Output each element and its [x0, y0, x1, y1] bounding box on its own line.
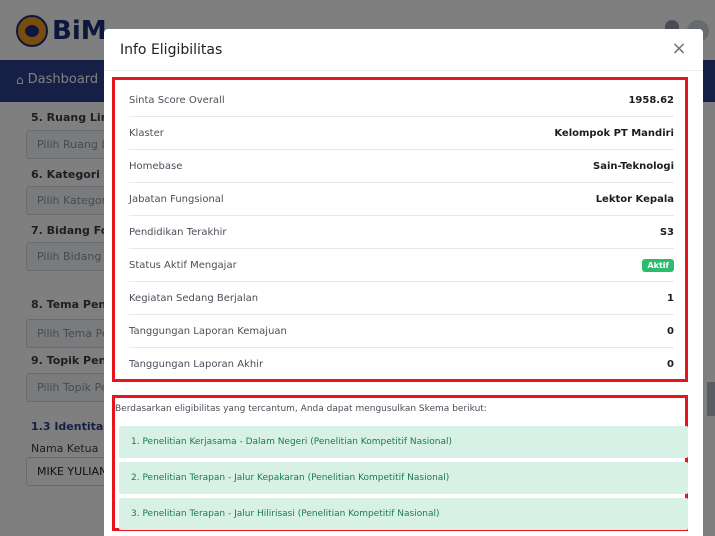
info-label: Homebase [129, 160, 183, 172]
info-row: Klaster Kelompok PT Mandiri [129, 117, 674, 150]
info-row: Status Aktif Mengajar Aktif [129, 249, 674, 282]
info-value: S3 [659, 226, 674, 238]
eligibility-modal: Info Eligibilitas × Sinta Score Overall … [104, 29, 703, 536]
info-value: 1958.62 [628, 94, 674, 106]
info-label: Status Aktif Mengajar [129, 259, 237, 271]
status-badge: Aktif [642, 258, 674, 272]
scheme-item[interactable]: 3. Penelitian Terapan - Jalur Hilirisasi… [119, 498, 688, 530]
eligible-schemes-box: Berdasarkan eligibilitas yang tercantum,… [112, 395, 688, 531]
info-value: 0 [667, 325, 674, 337]
info-label: Tanggungan Laporan Akhir [129, 359, 264, 370]
info-label: Kegiatan Sedang Berjalan [129, 292, 259, 304]
scheme-intro-text: Berdasarkan eligibilitas yang tercantum,… [115, 404, 487, 414]
info-label: Tanggungan Laporan Kemajuan [129, 325, 287, 337]
info-value: 1 [667, 292, 674, 304]
info-value: 0 [667, 359, 674, 370]
scheme-item[interactable]: 1. Penelitian Kerjasama - Dalam Negeri (… [119, 426, 688, 458]
info-label: Sinta Score Overall [129, 94, 225, 106]
info-row: Tanggungan Laporan Akhir 0 [129, 348, 674, 381]
modal-title: Info Eligibilitas [120, 42, 223, 58]
info-label: Pendidikan Terakhir [129, 226, 227, 238]
close-icon[interactable]: × [669, 39, 689, 59]
info-row: Sinta Score Overall 1958.62 [129, 84, 674, 117]
info-row: Jabatan Fungsional Lektor Kepala [129, 183, 674, 216]
info-value: Kelompok PT Mandiri [554, 127, 674, 139]
info-label: Klaster [129, 127, 164, 139]
info-row: Pendidikan Terakhir S3 [129, 216, 674, 249]
info-row: Tanggungan Laporan Kemajuan 0 [129, 315, 674, 348]
info-value: Lektor Kepala [595, 193, 674, 205]
info-row: Kegiatan Sedang Berjalan 1 [129, 282, 674, 315]
info-row: Homebase Sain-Teknologi [129, 150, 674, 183]
scheme-item[interactable]: 2. Penelitian Terapan - Jalur Kepakaran … [119, 462, 688, 494]
eligibility-info-box: Sinta Score Overall 1958.62 Klaster Kelo… [112, 77, 688, 382]
modal-header: Info Eligibilitas × [104, 29, 703, 71]
info-label: Jabatan Fungsional [129, 193, 224, 205]
info-value: Sain-Teknologi [593, 160, 674, 172]
